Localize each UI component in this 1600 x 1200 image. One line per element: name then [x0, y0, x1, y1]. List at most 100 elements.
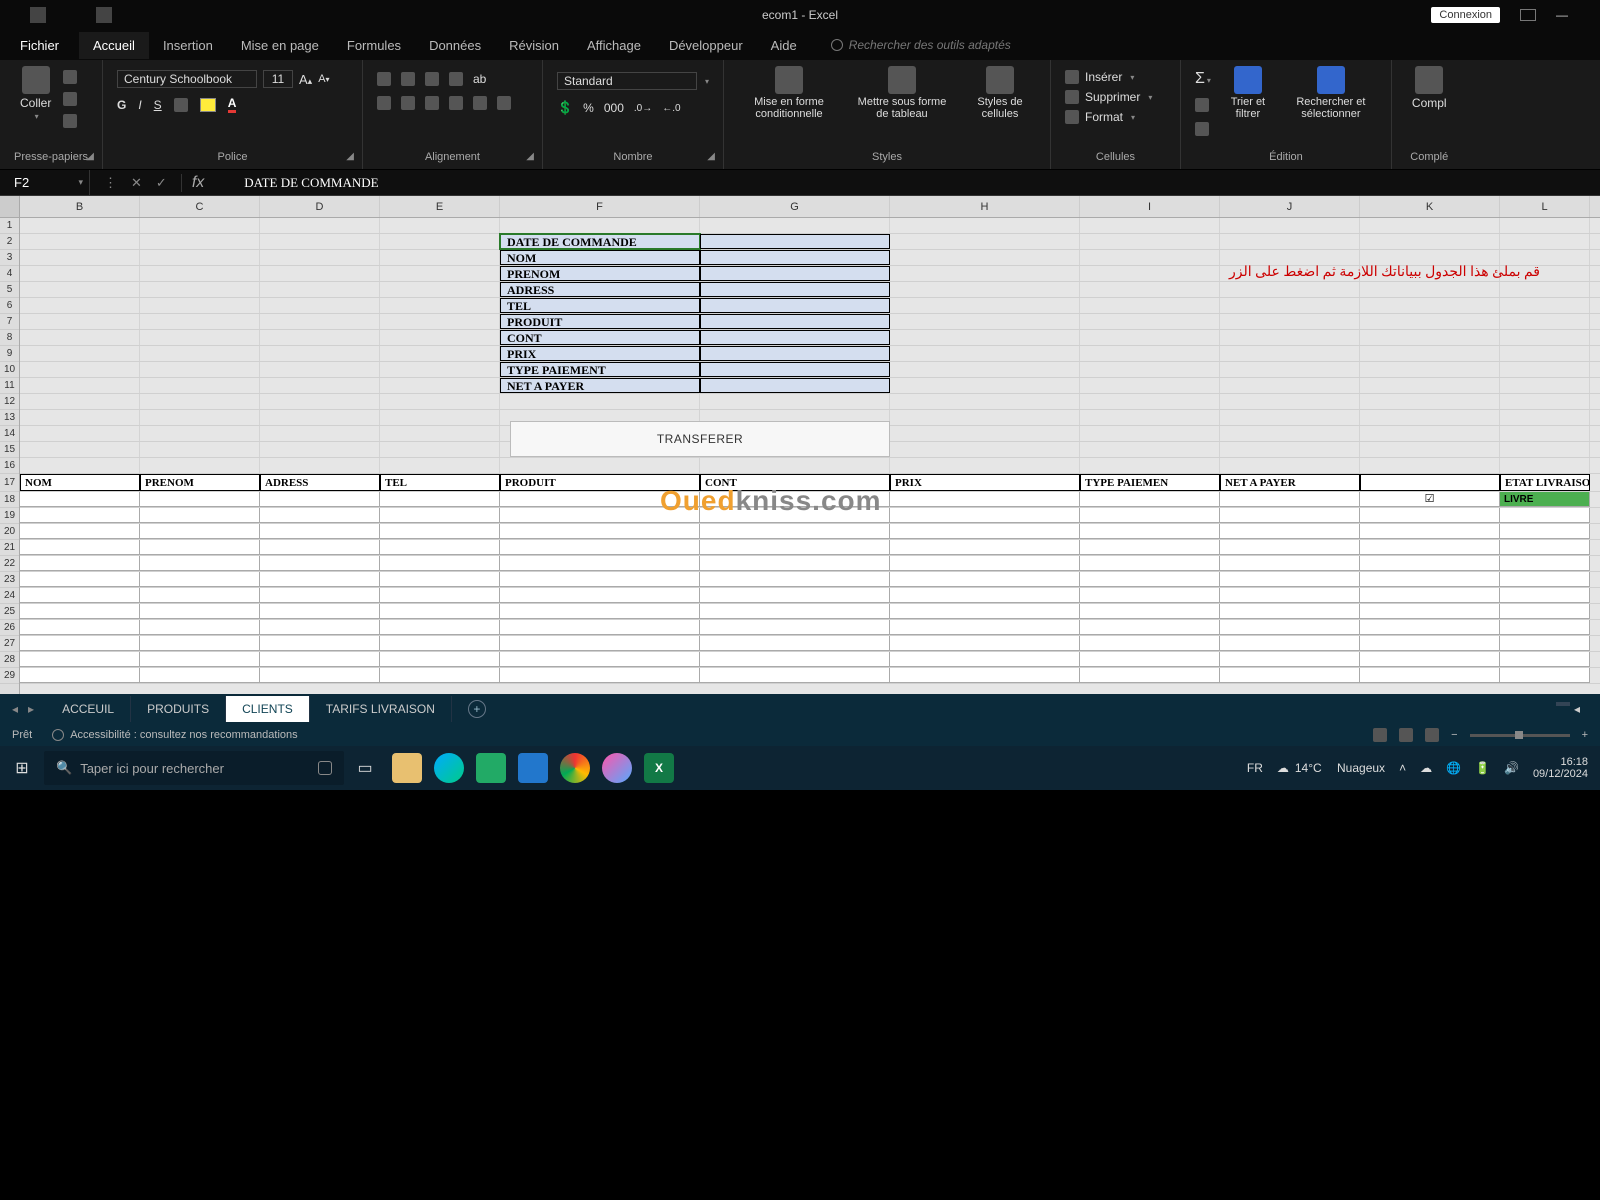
- cell-styles-button[interactable]: Styles de cellules: [964, 64, 1036, 122]
- worksheet[interactable]: 12345678910111213141516 17 1819202122232…: [0, 196, 1600, 694]
- qat-icon[interactable]: [96, 7, 112, 23]
- view-normal-icon[interactable]: [1373, 728, 1387, 742]
- tab-home[interactable]: Accueil: [79, 32, 149, 59]
- tab-developer[interactable]: Développeur: [655, 32, 757, 59]
- clear-icon[interactable]: [1195, 122, 1209, 136]
- sort-filter-button[interactable]: Trier et filtrer: [1217, 64, 1279, 122]
- align-top-icon[interactable]: [377, 72, 391, 86]
- onedrive-icon[interactable]: ☁: [1420, 761, 1432, 775]
- addins-button[interactable]: Compl: [1406, 64, 1453, 112]
- select-all-corner[interactable]: [0, 196, 19, 218]
- border-icon[interactable]: [174, 98, 188, 112]
- currency-icon[interactable]: 💲: [557, 100, 573, 116]
- tell-me-search[interactable]: Rechercher des outils adaptés: [831, 38, 1011, 52]
- minimize-icon[interactable]: —: [1556, 8, 1570, 22]
- bold-button[interactable]: G: [117, 98, 126, 112]
- sheet-tab-tarifs[interactable]: TARIFS LIVRAISON: [310, 696, 452, 722]
- signin-button[interactable]: Connexion: [1431, 7, 1500, 23]
- accessibility-hint[interactable]: Accessibilité : consultez nos recommanda…: [52, 729, 297, 741]
- copilot-icon[interactable]: [602, 753, 632, 783]
- battery-icon[interactable]: 🔋: [1475, 761, 1490, 775]
- fill-color-icon[interactable]: [200, 98, 216, 112]
- excel-icon[interactable]: X: [644, 753, 674, 783]
- font-size-combo[interactable]: 11: [263, 70, 293, 88]
- increase-indent-icon[interactable]: [473, 96, 487, 110]
- align-right-icon[interactable]: [425, 96, 439, 110]
- save-icon[interactable]: [30, 7, 46, 23]
- dialog-launcher-icon[interactable]: ◢: [86, 151, 94, 162]
- zoom-out-icon[interactable]: −: [1451, 729, 1457, 741]
- sheet-nav-prev-icon[interactable]: ◂: [12, 702, 18, 716]
- name-box[interactable]: F2▾: [0, 170, 90, 195]
- checkbox-cell[interactable]: ☑: [1360, 492, 1500, 507]
- increase-decimal-icon[interactable]: .0→: [634, 103, 652, 114]
- wrap-text-icon[interactable]: ab: [473, 72, 486, 86]
- align-center-icon[interactable]: [401, 96, 415, 110]
- tray-chevron-icon[interactable]: ˄: [1399, 761, 1406, 775]
- table-row[interactable]: ☑LIVRE: [20, 492, 1600, 508]
- paste-button[interactable]: Coller▾: [14, 64, 57, 123]
- cancel-icon[interactable]: ✕: [131, 175, 142, 191]
- task-view-icon[interactable]: ▭: [350, 753, 380, 783]
- mic-icon[interactable]: [318, 761, 332, 775]
- sheet-tab-clients[interactable]: CLIENTS: [226, 696, 310, 722]
- taskbar-search[interactable]: 🔍 Taper ici pour rechercher: [44, 751, 344, 785]
- weather-widget[interactable]: ☁14°C Nuageux: [1277, 761, 1385, 775]
- dialog-launcher-icon[interactable]: ◢: [707, 151, 715, 162]
- form-value-date[interactable]: [700, 234, 890, 249]
- row-headers[interactable]: 12345678910111213141516 17 1819202122232…: [0, 196, 20, 694]
- align-left-icon[interactable]: [377, 96, 391, 110]
- enter-icon[interactable]: ✓: [156, 175, 167, 191]
- formula-input[interactable]: DATE DE COMMANDE: [214, 175, 378, 191]
- format-as-table-button[interactable]: Mettre sous forme de tableau: [846, 64, 958, 122]
- number-format-combo[interactable]: Standard: [557, 72, 697, 90]
- comma-icon[interactable]: 000: [604, 101, 624, 115]
- language-indicator[interactable]: FR: [1247, 761, 1263, 775]
- copy-icon[interactable]: [63, 92, 77, 106]
- sheet-tab-acceuil[interactable]: ACCEUIL: [46, 696, 131, 722]
- delete-cells-button[interactable]: Supprimer▾: [1065, 90, 1152, 104]
- tab-review[interactable]: Révision: [495, 32, 573, 59]
- chrome-icon[interactable]: [560, 753, 590, 783]
- orientation-icon[interactable]: [449, 72, 463, 86]
- cut-icon[interactable]: [63, 70, 77, 84]
- view-page-break-icon[interactable]: [1425, 728, 1439, 742]
- decrease-indent-icon[interactable]: [449, 96, 463, 110]
- explorer-icon[interactable]: [392, 753, 422, 783]
- dialog-launcher-icon[interactable]: ◢: [346, 151, 354, 162]
- clock[interactable]: 16:1809/12/2024: [1533, 756, 1588, 780]
- conditional-formatting-button[interactable]: Mise en forme conditionnelle: [738, 64, 840, 122]
- find-select-button[interactable]: Rechercher et sélectionner: [1285, 64, 1377, 122]
- autosum-icon[interactable]: Σ▾: [1195, 70, 1211, 88]
- sheet-nav-next-icon[interactable]: ▸: [28, 702, 34, 716]
- sheet-tab-produits[interactable]: PRODUITS: [131, 696, 226, 722]
- align-middle-icon[interactable]: [401, 72, 415, 86]
- font-color-icon[interactable]: A: [228, 96, 237, 113]
- options-icon[interactable]: ⋮: [104, 175, 117, 191]
- zoom-in-icon[interactable]: +: [1582, 729, 1588, 741]
- percent-icon[interactable]: %: [583, 101, 594, 115]
- ribbon-display-icon[interactable]: [1520, 9, 1536, 21]
- underline-button[interactable]: S: [154, 98, 162, 112]
- dialog-launcher-icon[interactable]: ◢: [526, 151, 534, 162]
- view-page-layout-icon[interactable]: [1399, 728, 1413, 742]
- tab-file[interactable]: Fichier: [0, 32, 79, 59]
- volume-icon[interactable]: 🔊: [1504, 761, 1519, 775]
- mail-icon[interactable]: [518, 753, 548, 783]
- fill-icon[interactable]: [1195, 98, 1209, 112]
- tab-view[interactable]: Affichage: [573, 32, 655, 59]
- decrease-decimal-icon[interactable]: ←.0: [662, 103, 680, 114]
- tab-formulas[interactable]: Formules: [333, 32, 415, 59]
- store-icon[interactable]: [476, 753, 506, 783]
- column-headers[interactable]: BCDEFGHIJKL: [20, 196, 1600, 218]
- align-bottom-icon[interactable]: [425, 72, 439, 86]
- format-painter-icon[interactable]: [63, 114, 77, 128]
- form-label-date[interactable]: DATE DE COMMANDE: [500, 234, 700, 249]
- fx-icon[interactable]: fx: [181, 174, 214, 192]
- new-sheet-button[interactable]: +: [468, 700, 486, 718]
- edge-icon[interactable]: [434, 753, 464, 783]
- format-cells-button[interactable]: Format▾: [1065, 110, 1135, 124]
- zoom-slider[interactable]: [1470, 734, 1570, 737]
- tab-help[interactable]: Aide: [757, 32, 811, 59]
- merge-icon[interactable]: [497, 96, 511, 110]
